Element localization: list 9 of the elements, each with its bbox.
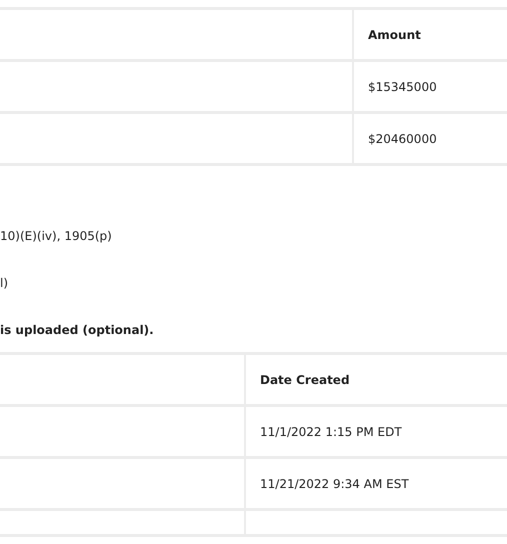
- amount-cell: $20460000: [354, 114, 507, 166]
- text-line: is uploaded (optional).: [0, 322, 155, 338]
- amount-cell: $15345000: [354, 62, 507, 114]
- column-header: Date Created: [246, 355, 507, 407]
- text-line: 10)(E)(iv), 1905(p): [0, 228, 113, 244]
- column-header: Amount: [354, 10, 507, 62]
- date-cell: 11/21/2022 9:34 AM EST: [246, 459, 507, 511]
- text-line: l): [0, 275, 10, 291]
- date-cell: 11/1/2022 1:15 PM EDT: [246, 407, 507, 459]
